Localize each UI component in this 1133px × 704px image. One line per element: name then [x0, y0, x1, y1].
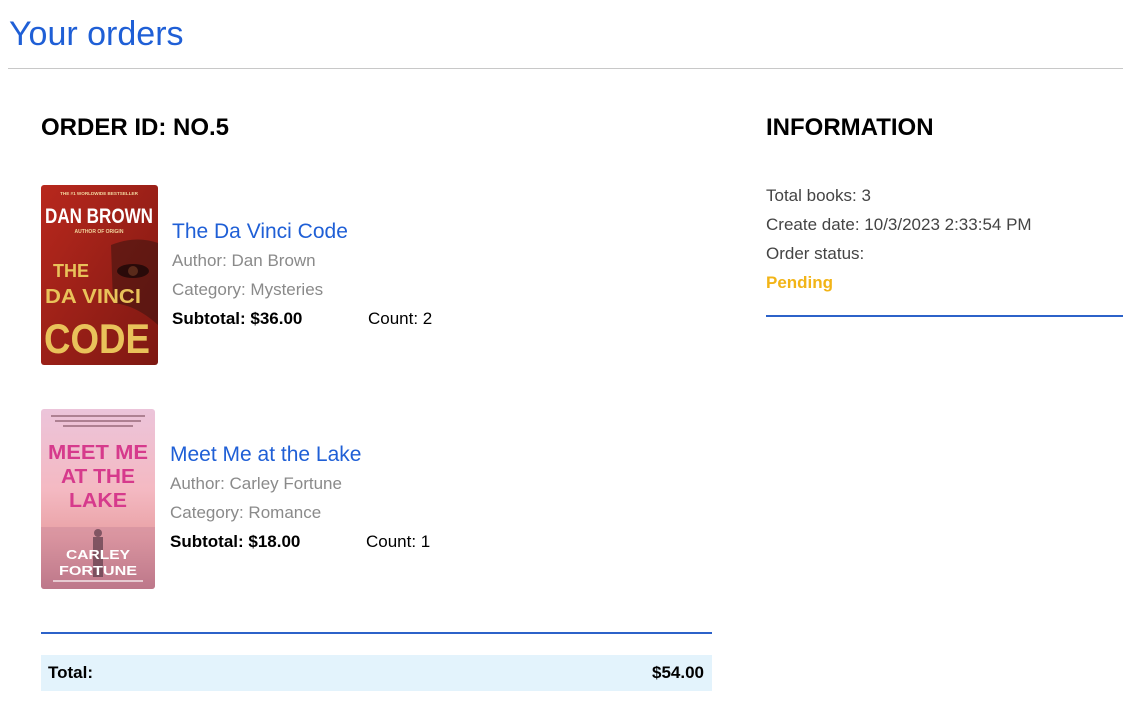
information-heading: INFORMATION	[766, 114, 934, 141]
cover-top-text: THE #1 WORLDWIDE BESTSELLER	[60, 191, 139, 196]
book-category: Category: Romance	[170, 503, 322, 522]
book-author: Author: Carley Fortune	[170, 474, 342, 493]
book-count: Count: 2	[368, 309, 433, 328]
cover-title-line1: MEET ME	[48, 442, 148, 464]
book-author: Author: Dan Brown	[172, 251, 316, 270]
order-total-bar: Total: $54.00	[41, 655, 712, 691]
order-id-heading: ORDER ID: NO.5	[41, 114, 230, 141]
create-date: Create date: 10/3/2023 2:33:54 PM	[766, 215, 1032, 234]
cover-subtitle: AUTHOR OF ORIGIN	[75, 229, 124, 235]
book-details: The Da Vinci Code Author: Dan Brown Cate…	[172, 218, 432, 333]
book-details: Meet Me at the Lake Author: Carley Fortu…	[170, 441, 430, 556]
book-title-link[interactable]: The Da Vinci Code	[172, 218, 432, 246]
information-divider	[766, 315, 1123, 317]
title-divider	[8, 68, 1123, 69]
book-cover-meet-me-at-the-lake[interactable]: MEET ME AT THE LAKE CARLEY FORTUNE	[41, 409, 155, 589]
total-books: Total books: 3	[766, 186, 871, 205]
cover-title-line1: THE	[53, 261, 89, 281]
page-title: Your orders	[9, 15, 184, 53]
book-cover-image: THE #1 WORLDWIDE BESTSELLER DAN BROWN AU…	[41, 185, 158, 365]
information-panel: Total books: 3 Create date: 10/3/2023 2:…	[766, 181, 1123, 297]
order-status-value: Pending	[766, 273, 834, 292]
book-subtotal: Subtotal: $36.00	[172, 309, 303, 328]
book-category: Category: Mysteries	[172, 280, 324, 299]
cover-author-first: CARLEY	[66, 547, 130, 562]
order-status-label: Order status:	[766, 244, 865, 263]
cover-author: DAN BROWN	[45, 205, 153, 228]
cover-title-line3: CODE	[44, 315, 150, 362]
cover-title-line2: DA VINCI	[45, 286, 141, 308]
book-cover-da-vinci-code[interactable]: THE #1 WORLDWIDE BESTSELLER DAN BROWN AU…	[41, 185, 158, 365]
total-label: Total:	[48, 663, 94, 682]
book-title-link[interactable]: Meet Me at the Lake	[170, 441, 430, 469]
cover-author-last: FORTUNE	[59, 563, 137, 578]
cover-title-line2: AT THE	[61, 466, 135, 488]
order-divider	[41, 632, 712, 634]
book-amount-row: Subtotal: $18.00 Count: 1	[170, 527, 430, 556]
book-cover-image: MEET ME AT THE LAKE CARLEY FORTUNE	[41, 409, 155, 589]
total-value: $54.00	[652, 663, 704, 682]
cover-title-line3: LAKE	[69, 490, 127, 512]
book-count: Count: 1	[366, 532, 431, 551]
book-amount-row: Subtotal: $36.00 Count: 2	[172, 304, 432, 333]
book-subtotal: Subtotal: $18.00	[170, 532, 301, 551]
